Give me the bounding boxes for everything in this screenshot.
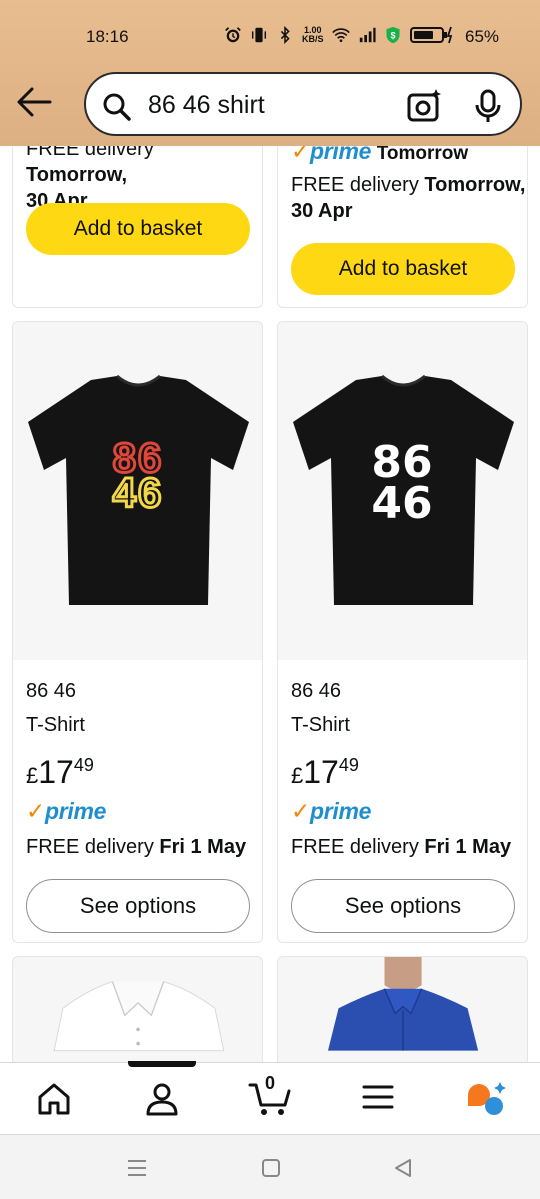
cart-button[interactable]: 0 xyxy=(248,1073,292,1119)
product-price: £1749 xyxy=(26,754,94,790)
delivery-info: FREE delivery Fri 1 May xyxy=(291,836,512,858)
home-button-icon[interactable] xyxy=(260,1157,282,1179)
svg-text:$: $ xyxy=(390,30,395,40)
bottom-navigation: 0 xyxy=(0,1061,540,1134)
search-bar[interactable] xyxy=(84,72,522,136)
tshirt-image: 86 46 xyxy=(28,374,249,605)
prime-check-icon: ✓ xyxy=(26,798,45,824)
vibrate-icon xyxy=(251,27,267,43)
battery-icon xyxy=(409,26,452,44)
active-tab-indicator xyxy=(128,1061,196,1067)
shield-dollar-icon: $ xyxy=(385,26,400,44)
system-navigation-bar xyxy=(0,1134,540,1199)
add-to-basket-button[interactable]: Add to basket xyxy=(291,243,515,295)
delivery-info: FREE delivery Tomorrow, 30 Apr xyxy=(291,174,526,222)
menu-icon[interactable] xyxy=(362,1081,394,1113)
shirt-print-line2: 46 xyxy=(113,469,164,516)
cart-icon xyxy=(248,1083,291,1115)
camera-search-icon[interactable] xyxy=(406,88,442,124)
product-image[interactable]: 86 46 xyxy=(278,322,527,660)
product-title[interactable]: 86 46 T-Shirt xyxy=(291,678,350,738)
shirt-print-line2: 46 xyxy=(371,478,432,529)
search-icon xyxy=(103,93,131,121)
status-bar: 18:16 1.00 KB/S $ 65% xyxy=(0,22,540,52)
home-icon[interactable] xyxy=(36,1081,72,1117)
alarm-icon xyxy=(225,27,241,43)
status-icons: 1.00 KB/S $ xyxy=(224,25,454,45)
dress-shirt-image xyxy=(327,957,479,1051)
add-to-basket-button[interactable]: Add to basket xyxy=(26,203,250,255)
product-card[interactable] xyxy=(12,956,263,1076)
back-arrow-icon[interactable] xyxy=(14,84,54,120)
recent-apps-icon[interactable] xyxy=(126,1157,148,1179)
app-screen: 18:16 1.00KB/S $ 65% FREE d xyxy=(0,0,540,1199)
delivery-info: FREE delivery Fri 1 May xyxy=(26,836,247,858)
product-card[interactable] xyxy=(277,956,528,1076)
account-icon[interactable] xyxy=(144,1081,180,1117)
prime-badge: ✓prime xyxy=(26,798,107,824)
product-image[interactable]: 86 46 xyxy=(13,322,262,660)
rufus-icon[interactable] xyxy=(464,1081,508,1117)
prime-badge: ✓prime xyxy=(291,798,372,824)
network-speed: 1.00 KB/S xyxy=(302,25,324,44)
product-title[interactable]: 86 46 T-Shirt xyxy=(26,678,85,738)
product-card[interactable]: 86 46 86 46 T-Shirt £1749 ✓prime FREE de… xyxy=(12,321,263,943)
see-options-button[interactable]: See options xyxy=(26,879,250,933)
status-time: 18:16 xyxy=(86,27,129,46)
battery-percentage: 65% xyxy=(465,27,500,46)
prime-check-icon: ✓ xyxy=(291,798,310,824)
header: 18:16 1.00 KB/S $ 65% xyxy=(0,0,540,146)
see-options-button[interactable]: See options xyxy=(291,879,515,933)
bluetooth-icon xyxy=(280,26,290,44)
product-price: £1749 xyxy=(291,754,359,790)
tshirt-image: 86 46 xyxy=(293,374,514,605)
product-card[interactable]: 86 46 86 46 T-Shirt £1749 ✓prime FREE de… xyxy=(277,321,528,943)
back-triangle-icon[interactable] xyxy=(392,1157,414,1179)
search-input[interactable] xyxy=(148,88,398,122)
wifi-icon xyxy=(331,28,350,43)
polo-shirt-image xyxy=(53,981,225,1052)
microphone-icon[interactable] xyxy=(474,88,502,124)
signal-icon xyxy=(359,27,376,43)
